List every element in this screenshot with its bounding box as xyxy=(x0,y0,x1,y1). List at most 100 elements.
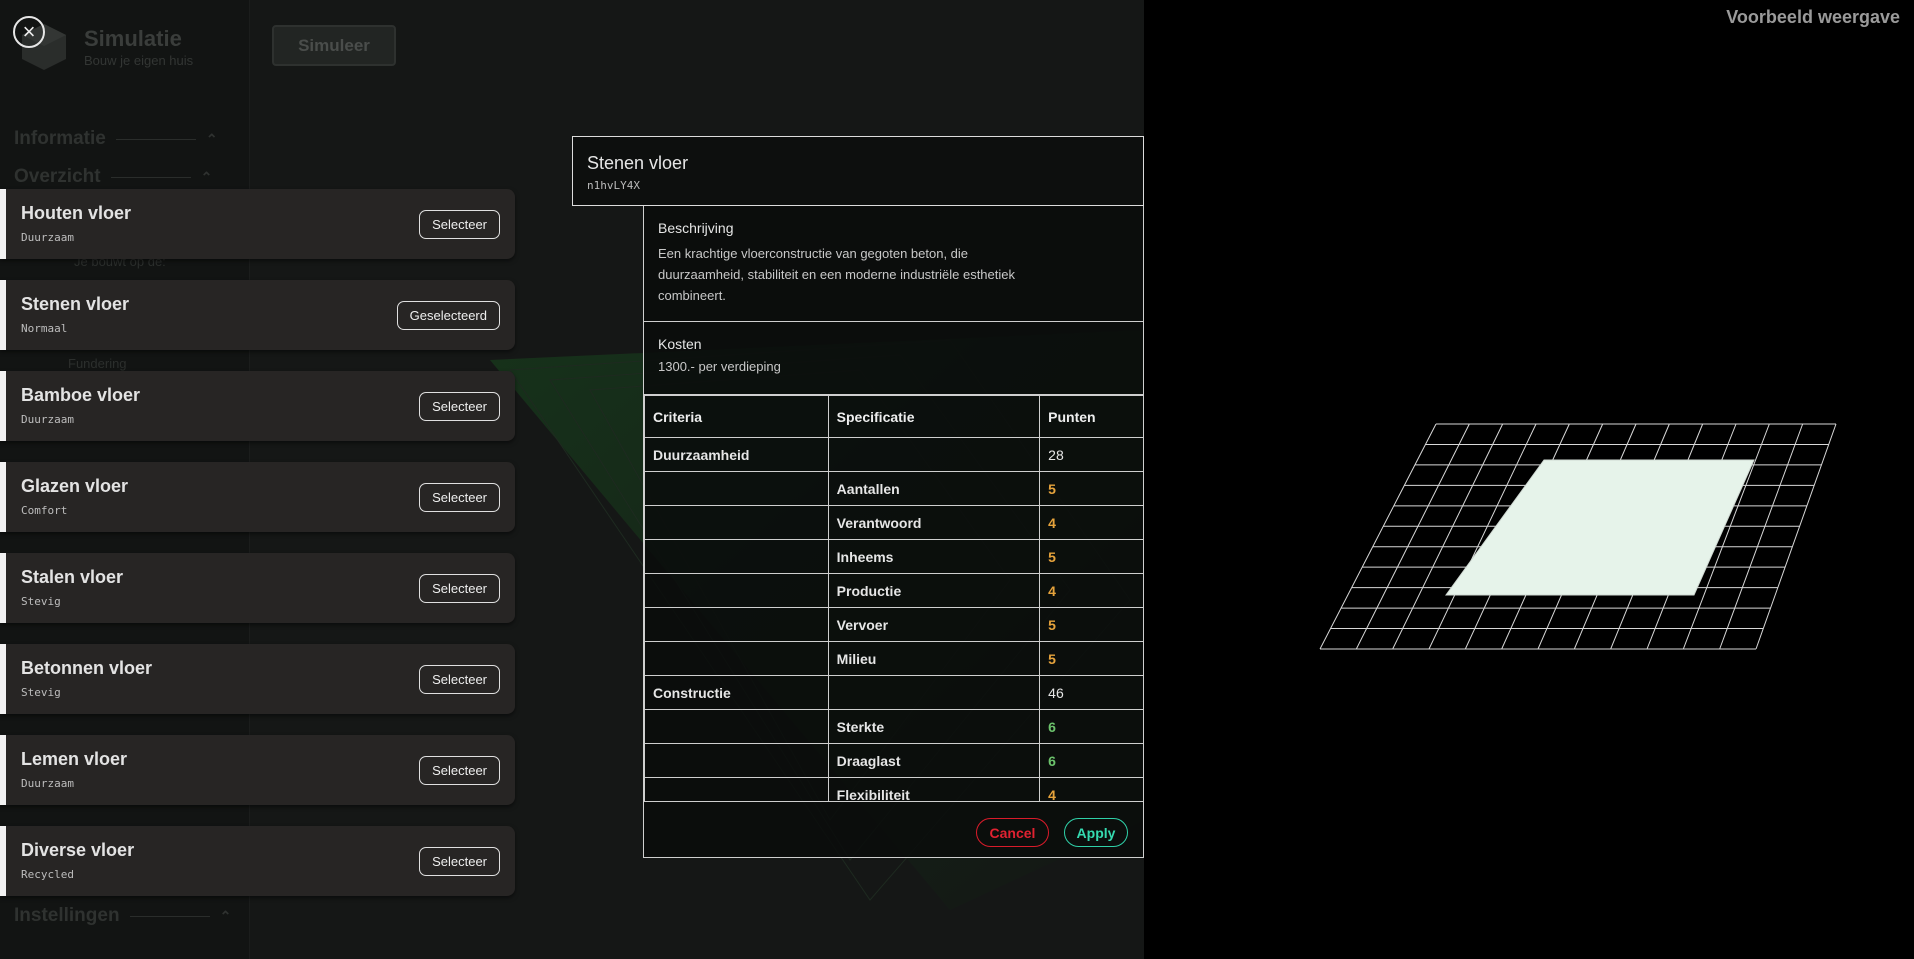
simuleer-button[interactable]: Simuleer xyxy=(272,25,396,66)
preview-title: Voorbeeld weergave xyxy=(1726,7,1900,27)
header-specificatie: Specificatie xyxy=(827,395,1041,438)
select-button[interactable]: Selecteer xyxy=(419,483,500,512)
table-row: Vervoer 5 xyxy=(644,607,1143,642)
floor-option-name: Diverse vloer xyxy=(21,840,135,860)
apply-button[interactable]: Apply xyxy=(1064,818,1128,847)
specificatie-cell: Aantallen xyxy=(827,471,1041,506)
floor-option-name: Glazen vloer xyxy=(21,476,129,496)
table-row: Constructie 46 xyxy=(644,675,1143,710)
criteria-cell: Duurzaamheid xyxy=(644,437,829,472)
floor-option-name: Bamboe vloer xyxy=(21,385,141,405)
floor-option-category: Normaal xyxy=(21,322,68,335)
description-label: Beschrijving xyxy=(658,220,734,236)
detail-panel: Beschrijving Een krachtige vloerconstruc… xyxy=(643,206,1144,858)
description-text: Een krachtige vloerconstructie van gegot… xyxy=(658,246,1015,303)
preview-floor-slab xyxy=(1445,459,1755,596)
criteria-cell xyxy=(644,743,829,778)
floor-option-name: Houten vloer xyxy=(21,203,132,223)
specificatie-cell: Inheems xyxy=(827,539,1041,574)
floor-option-category: Stevig xyxy=(21,686,61,699)
criteria-table-scroll[interactable]: Criteria Specificatie Punten Duurzaamhei… xyxy=(644,395,1143,801)
app-subtitle: Bouw je eigen huis xyxy=(84,53,194,68)
section-informatie[interactable]: Informatie ⌃ xyxy=(14,128,218,150)
select-button[interactable]: Selecteer xyxy=(419,847,500,876)
grid-line xyxy=(1755,423,1837,650)
header-punten: Punten xyxy=(1039,395,1143,438)
grid-line xyxy=(1355,423,1470,650)
specificatie-cell: Vervoer xyxy=(827,607,1041,642)
floor-option-selected[interactable]: Stenen vloer Normaal Geselecteerd xyxy=(0,280,515,350)
floor-preview-canvas[interactable] xyxy=(1144,0,1914,959)
fundering-label: Fundering xyxy=(68,356,127,371)
table-row: Sterkte 6 xyxy=(644,709,1143,744)
chevron-up-icon: ⌃ xyxy=(200,168,213,185)
cancel-button[interactable]: Cancel xyxy=(976,818,1049,847)
detail-actions: Cancel Apply xyxy=(644,801,1143,857)
specificatie-cell: Verantwoord xyxy=(827,505,1041,540)
table-row: Productie 4 xyxy=(644,573,1143,608)
chevron-up-icon: ⌃ xyxy=(219,907,232,924)
table-row: Milieu 5 xyxy=(644,641,1143,676)
floor-option-category: Duurzaam xyxy=(21,777,74,790)
grid-line xyxy=(1319,423,1437,650)
section-overzicht[interactable]: Overzicht ⌃ xyxy=(14,166,212,188)
specificatie-cell: Flexibiliteit xyxy=(827,777,1041,801)
criteria-table-body: Duurzaamheid 28 Aantallen 5 Verantwoord 4 Inhe… xyxy=(644,437,1143,801)
floor-option-category: Comfort xyxy=(21,504,68,517)
table-row: Verantwoord 4 xyxy=(644,505,1143,540)
floor-option-category: Duurzaam xyxy=(21,231,74,244)
cost-section: Kosten 1300.- per verdieping xyxy=(644,322,1143,395)
floor-option[interactable]: Betonnen vloer Stevig Selecteer xyxy=(0,644,515,714)
section-instellingen-label: Instellingen xyxy=(14,905,120,926)
punten-cell: 5 xyxy=(1039,607,1143,642)
criteria-cell xyxy=(644,709,829,744)
select-button[interactable]: Selecteer xyxy=(419,756,500,785)
criteria-cell xyxy=(644,471,829,506)
specificatie-cell: Productie xyxy=(827,573,1041,608)
floor-option[interactable]: Stalen vloer Stevig Selecteer xyxy=(0,553,515,623)
cost-label: Kosten xyxy=(658,336,702,352)
punten-cell: 4 xyxy=(1039,777,1143,801)
table-row: Draaglast 6 xyxy=(644,743,1143,778)
floor-option[interactable]: Lemen vloer Duurzaam Selecteer xyxy=(0,735,515,805)
criteria-cell xyxy=(644,573,829,608)
floor-option-name: Betonnen vloer xyxy=(21,658,153,678)
criteria-cell: Constructie xyxy=(644,675,829,710)
criteria-cell xyxy=(644,607,829,642)
grid-line xyxy=(1719,423,1804,650)
select-button[interactable]: Selecteer xyxy=(419,210,500,239)
punten-cell: 5 xyxy=(1039,641,1143,676)
table-row: Inheems 5 xyxy=(644,539,1143,574)
table-row: Duurzaamheid 28 xyxy=(644,437,1143,472)
app-title: Simulatie xyxy=(84,26,182,51)
floor-option[interactable]: Diverse vloer Recycled Selecteer xyxy=(0,826,515,896)
table-row: Aantallen 5 xyxy=(644,471,1143,506)
criteria-cell xyxy=(644,777,829,801)
section-overzicht-label: Overzicht xyxy=(14,166,101,187)
floor-option[interactable]: Houten vloer Duurzaam Selecteer xyxy=(0,189,515,259)
floor-option[interactable]: Glazen vloer Comfort Selecteer xyxy=(0,462,515,532)
preview-panel: Voorbeeld weergave xyxy=(1144,0,1914,959)
select-button[interactable]: Selecteer xyxy=(419,392,500,421)
floor-option-category: Stevig xyxy=(21,595,61,608)
app-root: Simulatie Bouw je eigen huis Simuleer In… xyxy=(0,0,1914,959)
floor-option[interactable]: Bamboe vloer Duurzaam Selecteer xyxy=(0,371,515,441)
detail-title: Stenen vloer xyxy=(587,153,689,173)
punten-cell: 4 xyxy=(1039,573,1143,608)
section-informatie-label: Informatie xyxy=(14,128,106,149)
floor-option-name: Lemen vloer xyxy=(21,749,128,769)
floor-option-name: Stalen vloer xyxy=(21,567,124,587)
punten-cell: 5 xyxy=(1039,539,1143,574)
punten-cell: 28 xyxy=(1039,437,1143,472)
section-instellingen[interactable]: Instellingen ⌃ xyxy=(14,905,231,927)
detail-header: Stenen vloer n1hvLY4X xyxy=(572,136,1144,206)
table-row: Flexibiliteit 4 xyxy=(644,777,1143,801)
floor-option-category: Duurzaam xyxy=(21,413,74,426)
select-button[interactable]: Selecteer xyxy=(419,665,500,694)
specificatie-cell: Draaglast xyxy=(827,743,1041,778)
specificatie-cell xyxy=(827,675,1041,710)
detail-code: n1hvLY4X xyxy=(587,179,640,192)
select-button[interactable]: Selecteer xyxy=(419,574,500,603)
close-icon[interactable]: × xyxy=(13,16,45,48)
selected-button[interactable]: Geselecteerd xyxy=(396,301,500,330)
